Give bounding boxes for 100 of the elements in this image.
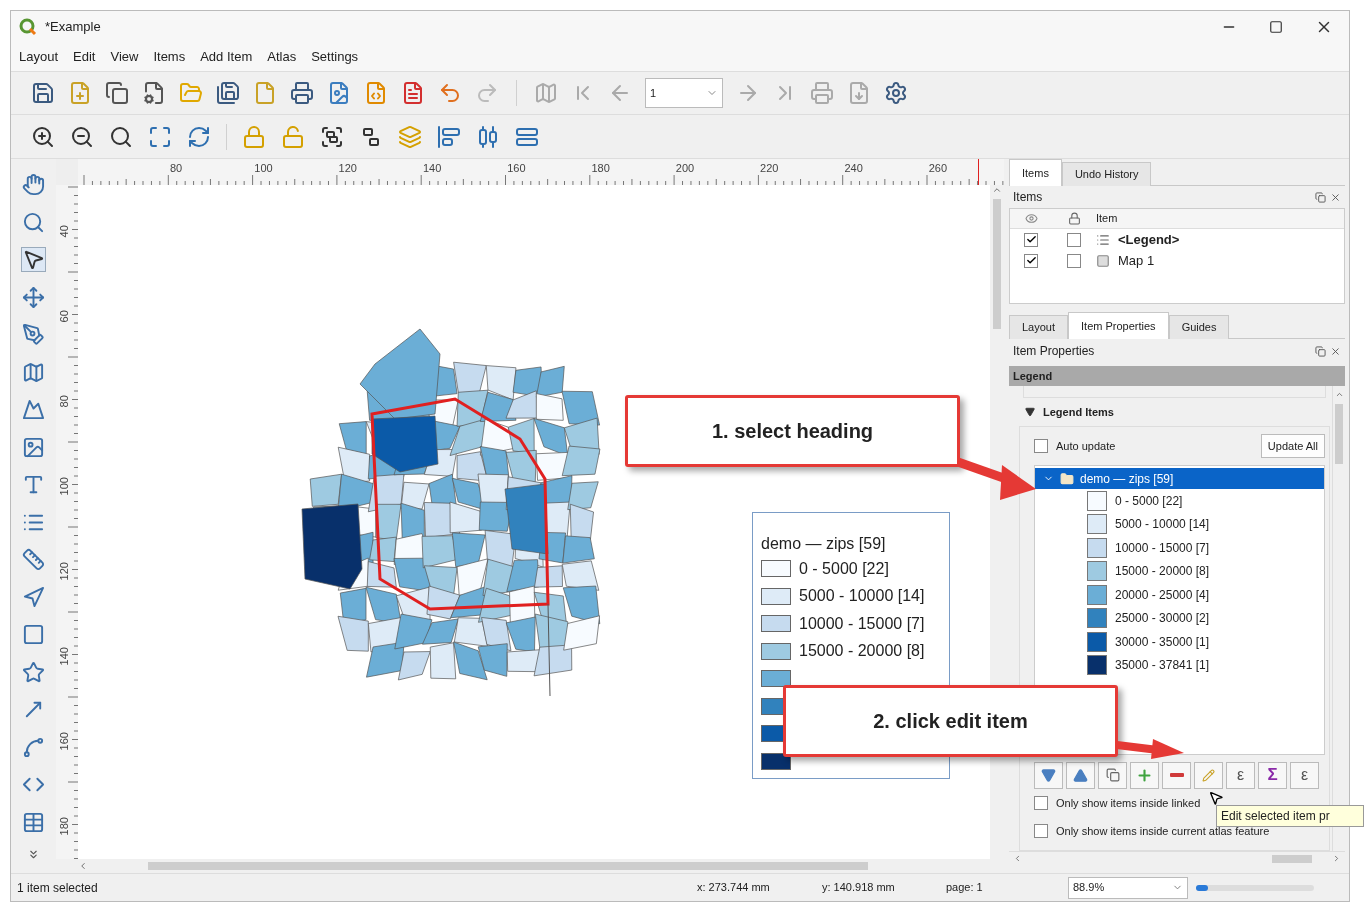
visibility-checkbox[interactable] bbox=[1024, 253, 1038, 268]
more-tools-icon[interactable] bbox=[27, 848, 40, 861]
visibility-checkbox[interactable] bbox=[1024, 232, 1038, 247]
add-north-arrow-icon[interactable] bbox=[22, 585, 45, 609]
scroll-left-icon[interactable] bbox=[1013, 854, 1022, 863]
align-icon[interactable] bbox=[437, 124, 461, 149]
zoom-full-icon[interactable] bbox=[148, 124, 172, 149]
add-table-icon[interactable] bbox=[22, 810, 45, 834]
lock-icon[interactable] bbox=[1067, 212, 1081, 225]
lock-checkbox[interactable] bbox=[1067, 253, 1081, 268]
tree-item[interactable]: 35000 - 37841 [1] bbox=[1115, 656, 1210, 675]
save-icon[interactable] bbox=[31, 81, 55, 105]
zoom-combobox[interactable]: 88.9% bbox=[1068, 876, 1188, 899]
add-polyline-icon[interactable] bbox=[22, 735, 45, 759]
move-down-button[interactable] bbox=[1034, 761, 1063, 789]
tab[interactable]: Items bbox=[1009, 159, 1062, 186]
tab[interactable]: Undo History bbox=[1061, 162, 1152, 186]
export-image-icon[interactable] bbox=[327, 81, 351, 105]
scroll-up-icon[interactable] bbox=[1334, 390, 1344, 399]
tree-item[interactable]: 10000 - 15000 [7] bbox=[1115, 538, 1210, 557]
zoom-icon[interactable] bbox=[22, 210, 45, 234]
tab[interactable]: Item Properties bbox=[1068, 312, 1169, 339]
scrollbar-thumb[interactable] bbox=[993, 199, 1001, 329]
move-content-icon[interactable] bbox=[22, 285, 45, 309]
add-shape-icon[interactable] bbox=[22, 623, 45, 646]
scroll-up-icon[interactable] bbox=[992, 185, 1002, 195]
tree-item[interactable]: 0 - 5000 [22] bbox=[1115, 491, 1183, 510]
lock-icon[interactable] bbox=[242, 124, 266, 149]
add-scalebar-icon[interactable] bbox=[22, 548, 45, 571]
tree-item[interactable]: 15000 - 20000 [8] bbox=[1115, 562, 1210, 581]
close-icon[interactable] bbox=[1330, 345, 1341, 357]
lock-checkbox[interactable] bbox=[1067, 232, 1081, 247]
tree-item[interactable]: 20000 - 25000 [4] bbox=[1115, 585, 1210, 604]
layout-manager-icon[interactable] bbox=[142, 81, 166, 105]
undo-icon[interactable] bbox=[438, 81, 462, 105]
raise-icon[interactable] bbox=[398, 124, 422, 149]
print-icon[interactable] bbox=[290, 81, 314, 105]
duplicate-icon[interactable] bbox=[105, 81, 129, 105]
atlas-settings-icon[interactable] bbox=[884, 81, 908, 105]
checkbox[interactable] bbox=[1034, 796, 1048, 810]
zoom-out-icon[interactable] bbox=[70, 124, 94, 149]
map-icon[interactable] bbox=[1096, 253, 1110, 268]
distribute-icon[interactable] bbox=[476, 124, 500, 149]
maximize-icon[interactable] bbox=[1269, 20, 1283, 34]
tree-item[interactable]: 30000 - 35000 [1] bbox=[1115, 632, 1210, 651]
item-name[interactable]: Map 1 bbox=[1118, 250, 1155, 271]
menu-item[interactable]: Items bbox=[153, 47, 186, 67]
zoom-actual-icon[interactable] bbox=[109, 124, 133, 149]
new-page-icon[interactable] bbox=[253, 81, 277, 105]
scrollbar-thumb[interactable] bbox=[1272, 854, 1312, 863]
item-name[interactable]: <Legend> bbox=[1118, 229, 1180, 250]
tree-item[interactable]: 25000 - 30000 [2] bbox=[1115, 609, 1210, 628]
float-icon[interactable] bbox=[1315, 191, 1326, 203]
eye-icon[interactable] bbox=[1024, 212, 1038, 225]
menu-item[interactable]: Edit bbox=[73, 47, 96, 67]
group-header[interactable]: Legend Items bbox=[1019, 398, 1330, 426]
group-button[interactable] bbox=[1098, 761, 1127, 789]
edit-item-button[interactable] bbox=[1194, 761, 1223, 789]
tab[interactable]: Guides bbox=[1168, 315, 1230, 339]
add-marker-icon[interactable] bbox=[22, 660, 45, 684]
add-picture-icon[interactable] bbox=[22, 435, 45, 459]
close-icon[interactable] bbox=[1330, 191, 1341, 203]
scroll-left-icon[interactable] bbox=[78, 861, 88, 871]
group-icon[interactable] bbox=[320, 124, 344, 149]
edit-nodes-icon[interactable] bbox=[22, 323, 45, 346]
add-3d-map-icon[interactable] bbox=[22, 398, 45, 421]
menu-item[interactable]: Settings bbox=[311, 47, 359, 67]
menu-item[interactable]: Add Item bbox=[200, 47, 253, 67]
select-icon[interactable] bbox=[22, 248, 45, 271]
expression-button[interactable]: ε bbox=[1226, 761, 1255, 789]
scroll-right-icon[interactable] bbox=[1332, 854, 1341, 863]
scrollbar-thumb[interactable] bbox=[148, 862, 868, 870]
add-map-icon[interactable] bbox=[22, 360, 45, 384]
remove-button[interactable] bbox=[1162, 761, 1191, 789]
update-all-button[interactable]: Update All bbox=[1260, 434, 1325, 458]
menu-item[interactable]: View bbox=[110, 47, 139, 67]
expression-button[interactable]: Σ bbox=[1258, 761, 1287, 789]
scrollbar-thumb[interactable] bbox=[1335, 404, 1343, 464]
float-icon[interactable] bbox=[1315, 345, 1326, 357]
checkbox[interactable] bbox=[1034, 824, 1048, 838]
menu-item[interactable]: Atlas bbox=[267, 47, 297, 67]
new-layout-icon[interactable] bbox=[68, 81, 92, 105]
save-template-icon[interactable] bbox=[216, 81, 240, 105]
page-spinbox[interactable]: 1 bbox=[645, 78, 723, 108]
add-label-icon[interactable] bbox=[22, 473, 45, 496]
expression-button[interactable]: ε bbox=[1290, 761, 1319, 789]
move-up-button[interactable] bbox=[1066, 761, 1095, 789]
refresh-icon[interactable] bbox=[187, 124, 211, 149]
checkbox[interactable] bbox=[1034, 439, 1048, 453]
legend-icon[interactable] bbox=[1096, 232, 1110, 247]
tree-item[interactable]: 5000 - 10000 [14] bbox=[1115, 515, 1210, 534]
unlock-icon[interactable] bbox=[281, 124, 305, 149]
collapse-icon[interactable] bbox=[1025, 407, 1035, 417]
pan-icon[interactable] bbox=[22, 173, 45, 196]
add-button[interactable] bbox=[1130, 761, 1159, 789]
export-pdf-icon[interactable] bbox=[401, 81, 425, 105]
zoom-slider[interactable] bbox=[1196, 884, 1314, 891]
tree-row[interactable]: demo — zips [59] bbox=[1035, 468, 1324, 489]
menu-item[interactable]: Layout bbox=[19, 47, 59, 67]
tab[interactable]: Layout bbox=[1009, 315, 1069, 339]
